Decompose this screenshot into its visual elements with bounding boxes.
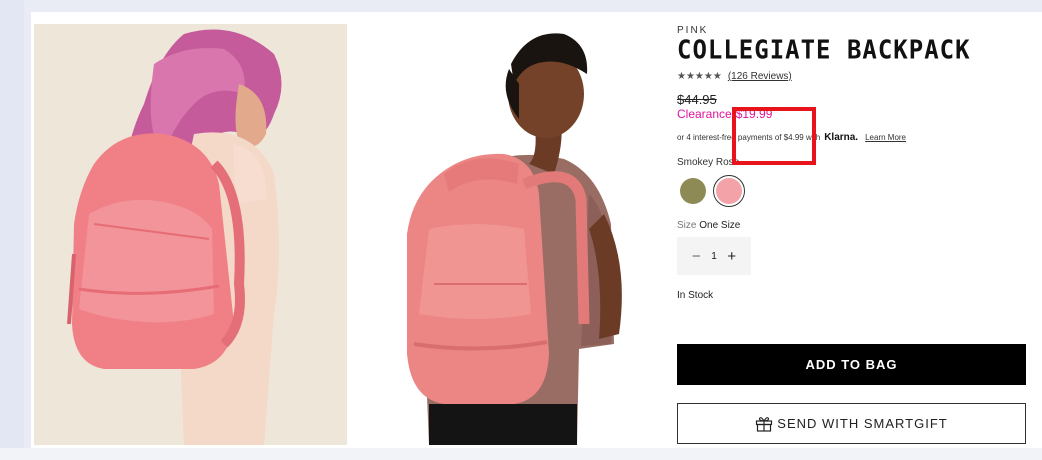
reviews-link[interactable]: (126 Reviews) <box>728 71 792 82</box>
quantity-value[interactable]: 1 <box>711 251 717 262</box>
sale-price-row: Clearance $19.99 <box>677 107 1029 122</box>
swatch-smokey-rose-fill <box>716 178 742 204</box>
klarna-logo: Klarna. <box>824 132 859 143</box>
send-smartgift-label: SEND WITH SMARTGIFT <box>777 416 948 431</box>
stock-status: In Stock <box>677 290 714 301</box>
color-name: Smokey Rose <box>677 157 740 168</box>
swatch-smokey-rose[interactable] <box>713 175 745 207</box>
klarna-learn-more-link[interactable]: Learn More <box>865 133 906 142</box>
add-to-bag-button[interactable]: ADD TO BAG <box>677 344 1026 385</box>
product-photo-2[interactable] <box>349 24 667 445</box>
model-photo-back-view <box>34 24 347 445</box>
size-value: One Size <box>699 220 741 231</box>
swatch-olive[interactable] <box>677 175 709 207</box>
send-smartgift-button[interactable]: SEND WITH SMARTGIFT <box>677 403 1026 444</box>
swatch-olive-fill <box>680 178 706 204</box>
color-swatches <box>677 175 1029 207</box>
quantity-plus-button[interactable]: + <box>725 248 739 265</box>
product-title: COLLEGIATE BACKPACK <box>677 34 971 66</box>
model-photo-side-view <box>349 24 667 445</box>
product-photo-1[interactable] <box>34 24 347 445</box>
size-label: Size <box>677 220 697 231</box>
rating-row: ★★★★★ (126 Reviews) <box>677 71 1029 82</box>
gift-icon <box>756 416 773 432</box>
price-highlight-box <box>732 107 816 165</box>
klarna-row: or 4 interest-free payments of $4.99 wit… <box>677 132 1029 143</box>
quantity-minus-button[interactable]: − <box>689 248 703 265</box>
quantity-stepper: − 1 + <box>677 237 751 275</box>
clearance-label: Clearance <box>677 107 732 121</box>
size-row: Size One Size <box>677 220 1029 231</box>
left-margin <box>0 0 24 460</box>
product-page: PINK COLLEGIATE BACKPACK ★★★★★ (126 Revi… <box>31 12 1042 448</box>
bottom-margin <box>0 448 1042 460</box>
original-price: $44.95 <box>677 92 717 107</box>
product-details: PINK COLLEGIATE BACKPACK ★★★★★ (126 Revi… <box>677 25 1029 444</box>
star-rating-icon: ★★★★★ <box>677 71 722 82</box>
add-to-bag-label: ADD TO BAG <box>805 357 898 372</box>
